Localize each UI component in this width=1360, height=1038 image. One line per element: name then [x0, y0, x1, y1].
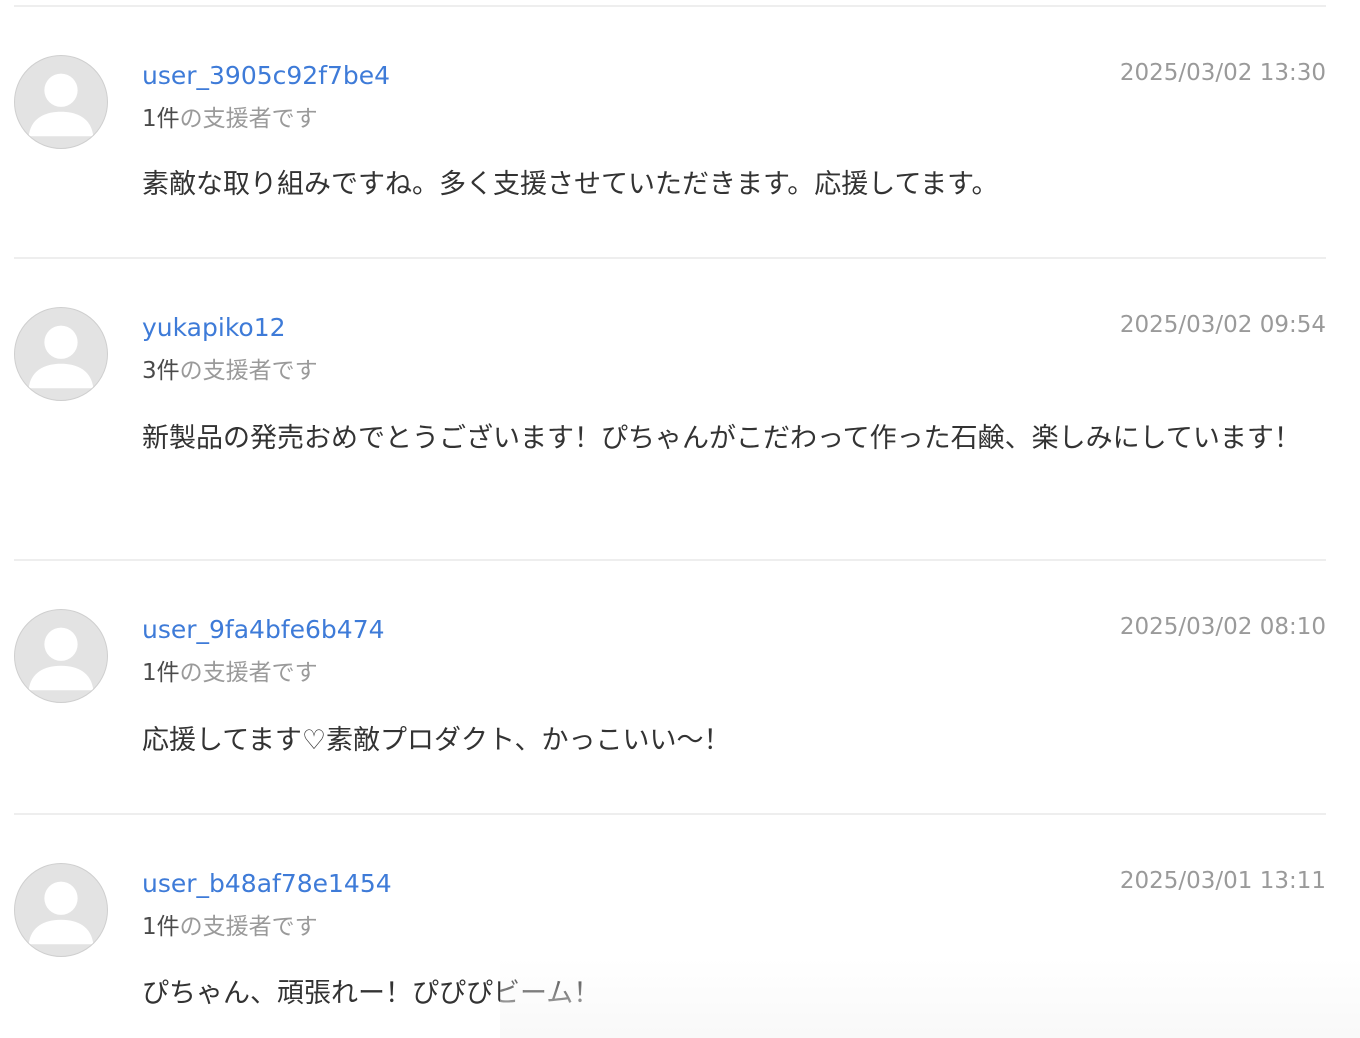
comment-item: user_3905c92f7be4 2025/03/02 13:30 1件の支援…	[14, 7, 1326, 259]
supporter-count: 1件の支援者です	[142, 913, 318, 941]
comment-message: 応援してます♡素敵プロダクト、かっこいい〜！	[142, 725, 731, 756]
comment-timestamp: 2025/03/01 13:11	[1119, 868, 1326, 894]
comment-timestamp: 2025/03/02 09:54	[1119, 312, 1326, 338]
support-count-number: 3件	[142, 358, 180, 384]
comment-item: user_b48af78e1454 2025/03/01 13:11 1件の支援…	[14, 815, 1326, 1038]
support-count-suffix: の支援者です	[179, 106, 318, 132]
support-count-number: 1件	[142, 106, 180, 132]
comment-message: ぴちゃん、頑張れー！ぴぴぴビーム！	[142, 978, 601, 1009]
comment-list: user_3905c92f7be4 2025/03/02 13:30 1件の支援…	[14, 7, 1326, 1038]
username-link[interactable]: user_9fa4bfe6b474	[142, 615, 385, 645]
username-link[interactable]: user_b48af78e1454	[142, 869, 392, 899]
supporter-count: 1件の支援者です	[142, 105, 318, 133]
support-count-suffix: の支援者です	[179, 660, 318, 686]
avatar-icon[interactable]	[14, 863, 108, 957]
avatar-icon[interactable]	[14, 55, 108, 149]
supporter-count: 1件の支援者です	[142, 659, 318, 687]
support-count-number: 1件	[142, 914, 180, 940]
avatar-icon[interactable]	[14, 307, 108, 401]
comment-timestamp: 2025/03/02 13:30	[1119, 60, 1326, 86]
support-count-suffix: の支援者です	[179, 914, 318, 940]
comment-item: user_9fa4bfe6b474 2025/03/02 08:10 1件の支援…	[14, 561, 1326, 815]
comment-item: yukapiko12 2025/03/02 09:54 3件の支援者です 新製品…	[14, 259, 1326, 561]
support-count-number: 1件	[142, 660, 180, 686]
comment-timestamp: 2025/03/02 08:10	[1119, 614, 1326, 640]
avatar-icon[interactable]	[14, 609, 108, 703]
username-link[interactable]: user_3905c92f7be4	[142, 61, 390, 91]
supporter-count: 3件の支援者です	[142, 357, 318, 385]
support-count-suffix: の支援者です	[179, 358, 318, 384]
comment-message: 新製品の発売おめでとうございます！ぴちゃんがこだわって作った石鹸、楽しみにしてい…	[142, 423, 1301, 454]
comment-message: 素敵な取り組みですね。多く支援させていただきます。応援してます。	[142, 169, 999, 200]
username-link[interactable]: yukapiko12	[142, 313, 286, 343]
